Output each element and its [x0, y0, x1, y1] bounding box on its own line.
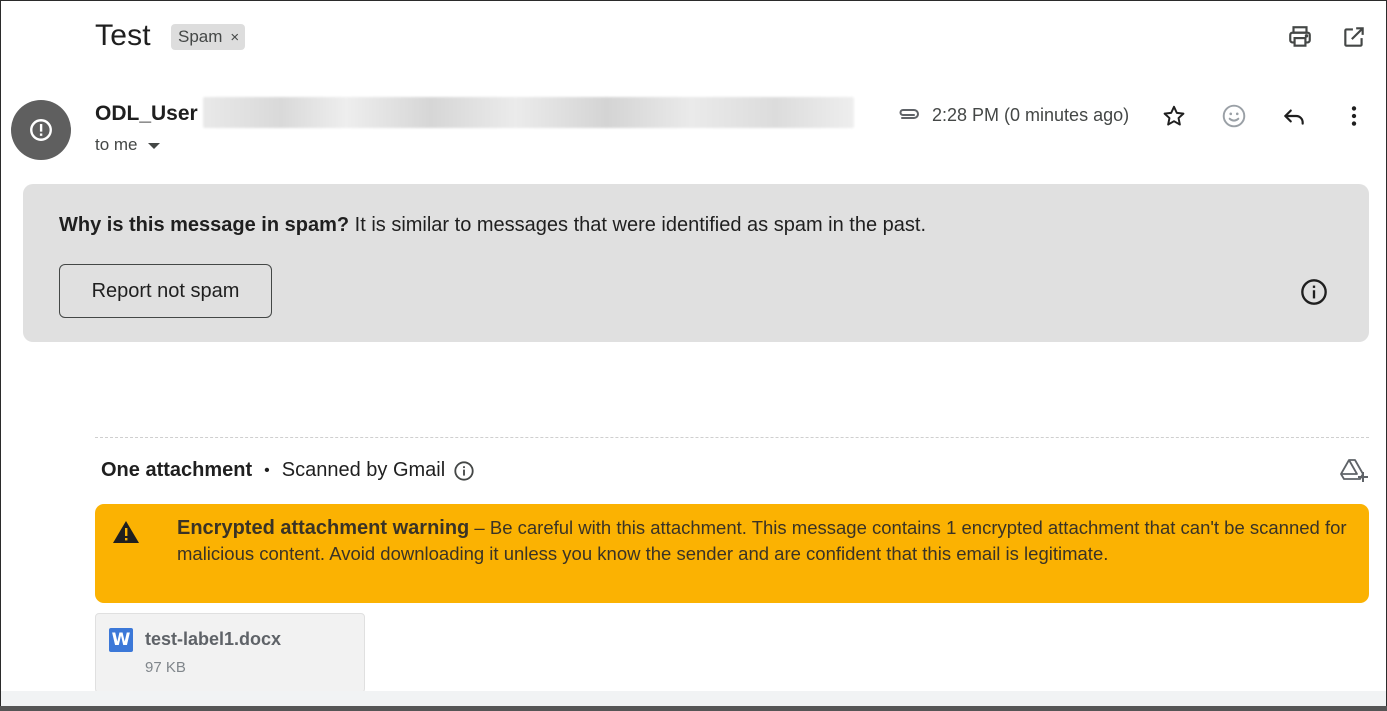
- separator-dot: •: [264, 461, 270, 479]
- warning-triangle-icon: [113, 521, 139, 543]
- report-not-spam-button[interactable]: Report not spam: [59, 264, 272, 318]
- message-timestamp: 2:28 PM (0 minutes ago): [932, 104, 1130, 125]
- attachment-header: One attachment • Scanned by Gmail: [101, 459, 475, 482]
- sender-name[interactable]: ODL_User: [95, 102, 198, 126]
- remove-label-icon[interactable]: ×: [230, 29, 239, 46]
- label-chip-text: Spam: [178, 27, 223, 46]
- scan-info-icon[interactable]: [453, 460, 475, 482]
- attachment-card[interactable]: W test-label1.docx 97 KB: [95, 613, 365, 693]
- sender-email-redacted: [203, 97, 854, 128]
- attachment-filename: test-label1.docx: [145, 629, 282, 649]
- attachment-divider: [95, 437, 1369, 438]
- spam-label-chip[interactable]: Spam ×: [171, 24, 246, 50]
- warning-message: Encrypted attachment warning – Be carefu…: [177, 515, 1357, 567]
- recipient-label: to me: [95, 135, 138, 154]
- chevron-down-icon: [147, 143, 160, 149]
- reply-icon[interactable]: [1280, 102, 1308, 130]
- word-doc-icon: W: [109, 628, 133, 652]
- more-vertical-icon[interactable]: [1340, 102, 1368, 130]
- paperclip-icon: [899, 109, 919, 119]
- spam-reason-explanation: It is similar to messages that were iden…: [349, 214, 927, 236]
- spam-warning-icon: [30, 119, 52, 141]
- spam-reason-question: Why is this message in spam?: [59, 214, 350, 236]
- bottom-strip: [1, 691, 1386, 707]
- recipient-details-toggle[interactable]: to me: [95, 135, 160, 155]
- email-view: Test Spam × ODL_User to me 2:28 PM (0 mi…: [0, 0, 1387, 711]
- spam-reason-text: Why is this message in spam? It is simil…: [59, 214, 926, 237]
- open-in-new-window-icon[interactable]: [1340, 23, 1368, 51]
- info-icon[interactable]: [1300, 278, 1328, 306]
- add-to-drive-icon[interactable]: [1339, 456, 1369, 484]
- scan-status: Scanned by Gmail: [281, 459, 446, 481]
- encrypted-attachment-warning: Encrypted attachment warning – Be carefu…: [95, 504, 1369, 603]
- spam-explanation-banner: Why is this message in spam? It is simil…: [23, 184, 1369, 342]
- print-icon[interactable]: [1286, 23, 1314, 51]
- attachment-count: One attachment: [101, 459, 253, 481]
- emoji-reaction-icon[interactable]: [1220, 102, 1248, 130]
- warning-title: Encrypted attachment warning: [177, 517, 470, 539]
- email-subject: Test: [95, 19, 151, 52]
- message-meta: 2:28 PM (0 minutes ago): [896, 104, 1129, 126]
- attachment-filesize: 97 KB: [145, 659, 186, 676]
- sender-avatar: [11, 100, 71, 160]
- star-icon[interactable]: [1160, 102, 1188, 130]
- window-bottom-border: [0, 706, 1387, 711]
